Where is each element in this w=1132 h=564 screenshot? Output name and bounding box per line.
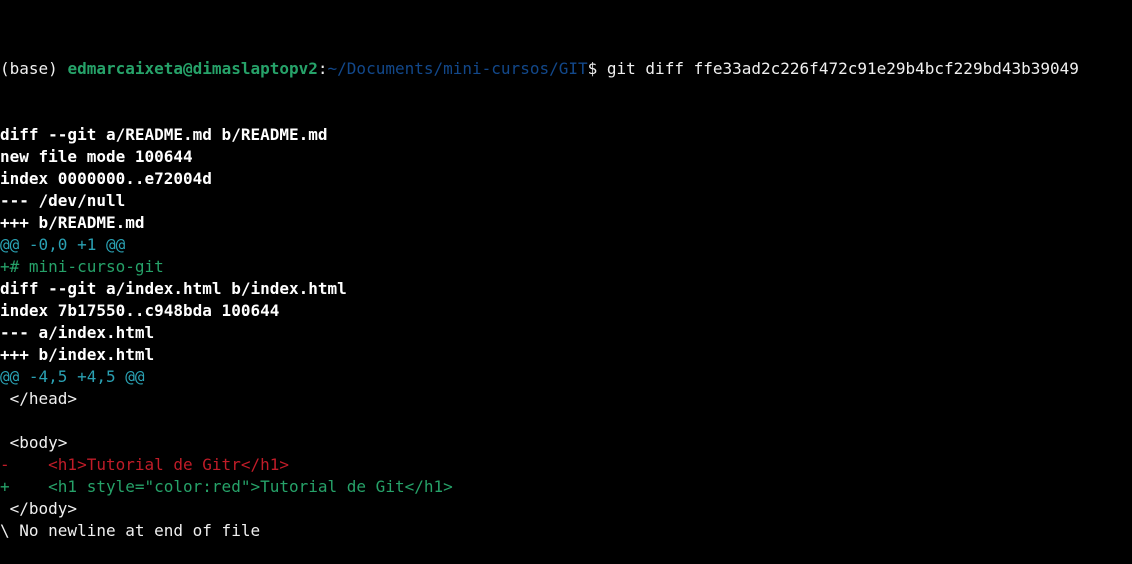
diff-line-hunk: @@ -0,0 +1 @@ bbox=[0, 235, 126, 254]
diff-line-bold: new file mode 100644 bbox=[0, 147, 193, 166]
diff-line-bold: --- /dev/null bbox=[0, 191, 126, 210]
user-host: edmarcaixeta@dimaslaptopv2 bbox=[67, 59, 318, 78]
diff-line-bold: index 0000000..e72004d bbox=[0, 169, 212, 188]
conda-env: (base) bbox=[0, 59, 68, 78]
diff-line-hunk: @@ -4,5 +4,5 @@ bbox=[0, 367, 145, 386]
prompt-symbol: $ bbox=[587, 59, 607, 78]
diff-line-plain: <body> bbox=[0, 433, 68, 452]
diff-line-bold: +++ b/README.md bbox=[0, 213, 145, 232]
diff-line-del: - <h1>Tutorial de Gitr</h1> bbox=[0, 455, 289, 474]
diff-line-plain: </body> bbox=[0, 499, 78, 518]
command-text: git diff ffe33ad2c226f472c91e29b4bcf229b… bbox=[606, 59, 1079, 78]
prompt-separator: : bbox=[317, 59, 328, 78]
working-directory: ~/Documents/mini-cursos/GIT bbox=[327, 59, 588, 78]
diff-line-add: + <h1 style="color:red">Tutorial de Git<… bbox=[0, 477, 453, 496]
diff-output: diff --git a/README.md b/README.md new fi… bbox=[0, 124, 1132, 542]
diff-line-plain bbox=[0, 410, 1132, 432]
diff-line-plain: </head> bbox=[0, 389, 78, 408]
prompt-line: (base) edmarcaixeta@dimaslaptopv2:~/Docu… bbox=[0, 58, 1132, 80]
diff-line-bold: --- a/index.html bbox=[0, 323, 155, 342]
diff-line-bold: +++ b/index.html bbox=[0, 345, 155, 364]
diff-line-add: +# mini-curso-git bbox=[0, 257, 164, 276]
terminal-output[interactable]: (base) edmarcaixeta@dimaslaptopv2:~/Docu… bbox=[0, 14, 1132, 564]
diff-line-plain: \ No newline at end of file bbox=[0, 521, 261, 540]
diff-line-bold: index 7b17550..c948bda 100644 bbox=[0, 301, 280, 320]
diff-line-bold: diff --git a/README.md b/README.md bbox=[0, 125, 328, 144]
diff-line-bold: diff --git a/index.html b/index.html bbox=[0, 279, 347, 298]
